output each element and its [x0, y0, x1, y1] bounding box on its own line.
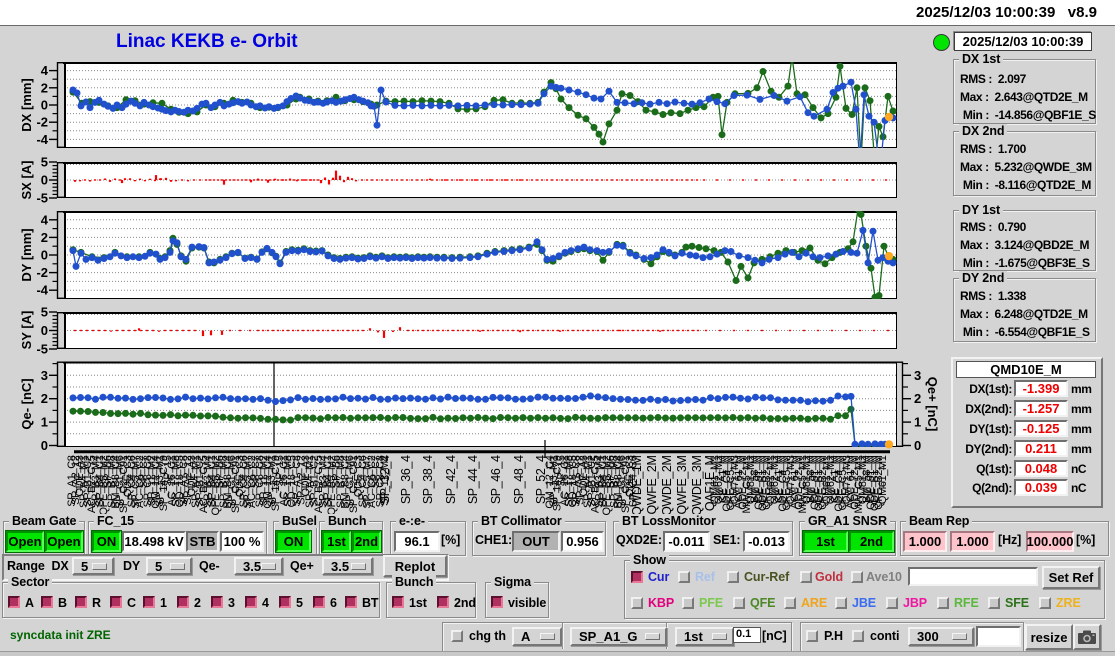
svg-text:Qe- [nC]: Qe- [nC]	[19, 378, 34, 429]
svg-text:0: 0	[41, 438, 48, 453]
svg-text:QWFE_3M: QWFE_3M	[675, 456, 689, 515]
svg-text:SP_46_4: SP_46_4	[489, 455, 503, 504]
svg-text:3: 3	[914, 368, 921, 383]
svg-text:2: 2	[41, 80, 48, 95]
svg-text:5: 5	[41, 305, 48, 320]
svg-text:QWDE_3M: QWDE_3M	[690, 456, 704, 516]
svg-text:SP_38_4: SP_38_4	[421, 455, 435, 504]
svg-text:Qe+ [nC]: Qe+ [nC]	[925, 377, 940, 432]
svg-text:0: 0	[41, 173, 48, 188]
svg-text:0: 0	[41, 98, 48, 113]
svg-text:QM61_M1: QM61_M1	[877, 455, 889, 504]
svg-text:5: 5	[41, 155, 48, 170]
svg-text:DX [mm]: DX [mm]	[19, 78, 34, 131]
svg-text:-4: -4	[36, 132, 48, 147]
svg-text:SP_32_4: SP_32_4	[378, 455, 392, 504]
svg-text:SX [A]: SX [A]	[19, 161, 34, 200]
svg-text:0: 0	[41, 323, 48, 338]
svg-text:SY [A]: SY [A]	[19, 311, 34, 350]
svg-text:QWFE_2M: QWFE_2M	[645, 456, 659, 515]
svg-text:-4: -4	[36, 283, 48, 298]
svg-text:QWDE_1M: QWDE_1M	[630, 456, 644, 516]
svg-text:QWDE_2M: QWDE_2M	[660, 456, 674, 516]
svg-text:2: 2	[914, 391, 921, 406]
svg-text:2: 2	[41, 230, 48, 245]
svg-text:SP_48_4: SP_48_4	[512, 455, 526, 504]
svg-text:4: 4	[41, 212, 49, 227]
svg-text:3: 3	[41, 368, 48, 383]
svg-text:4: 4	[41, 63, 49, 78]
svg-text:1: 1	[914, 415, 921, 430]
svg-text:DY [mm]: DY [mm]	[19, 228, 34, 281]
svg-text:-5: -5	[36, 342, 48, 357]
svg-text:SP_36_4: SP_36_4	[399, 455, 413, 504]
svg-text:SP_42_4: SP_42_4	[444, 455, 458, 504]
svg-text:0: 0	[914, 438, 921, 453]
svg-text:1: 1	[41, 415, 48, 430]
svg-text:0: 0	[41, 248, 48, 263]
svg-text:-2: -2	[36, 115, 48, 130]
svg-text:-5: -5	[36, 191, 48, 206]
svg-text:2: 2	[41, 391, 48, 406]
svg-text:SP_44_4: SP_44_4	[466, 455, 480, 504]
svg-text:-2: -2	[36, 265, 48, 280]
